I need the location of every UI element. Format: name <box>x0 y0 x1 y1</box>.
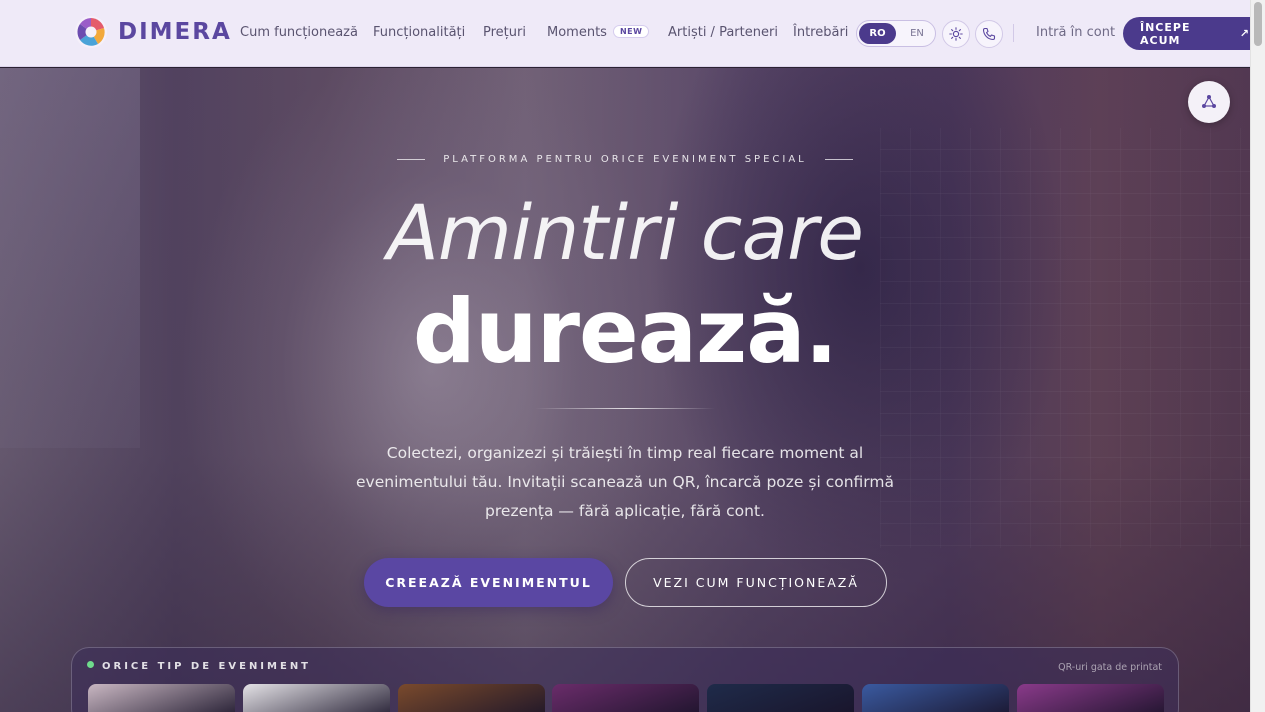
hero-title-light: Amintiri care <box>386 188 864 277</box>
phone-icon <box>982 27 996 41</box>
nav-link-moments-label: Moments <box>547 25 607 40</box>
event-types-label-text: ORICE TIP DE EVENIMENT <box>102 661 312 672</box>
phone-button[interactable] <box>975 20 1003 48</box>
live-dot-icon <box>87 661 94 668</box>
theme-toggle-button[interactable] <box>942 20 970 48</box>
event-thumb[interactable] <box>552 684 699 712</box>
event-thumb[interactable] <box>1017 684 1164 712</box>
nav-link-moments[interactable]: Moments NEW <box>547 25 650 40</box>
hero-title-divider <box>535 408 715 409</box>
event-thumb[interactable] <box>707 684 854 712</box>
see-how-it-works-button[interactable]: VEZI CUM FUNCȚIONEAZĂ <box>625 558 887 607</box>
top-navbar: DIMERA Cum funcționează Funcționalități … <box>0 0 1250 67</box>
nav-link-pricing[interactable]: Prețuri <box>483 25 526 40</box>
logo[interactable]: DIMERA <box>74 15 232 49</box>
start-now-button[interactable]: ÎNCEPE ACUM ↗ <box>1123 17 1250 50</box>
hero-subtitle: Colectezi, organizezi și trăiești în tim… <box>356 444 894 520</box>
eyebrow-line-left <box>397 159 426 160</box>
event-thumb[interactable] <box>862 684 1009 712</box>
scrollbar-thumb[interactable] <box>1254 2 1262 46</box>
hero-title-bold: durează. <box>412 280 838 383</box>
start-now-label: ÎNCEPE ACUM <box>1140 20 1191 47</box>
event-types-panel: ORICE TIP DE EVENIMENT QR-uri gata de pr… <box>71 647 1179 712</box>
login-link[interactable]: Intră în cont <box>1036 25 1115 40</box>
nav-link-features[interactable]: Funcționalități <box>373 25 465 40</box>
create-event-button[interactable]: CREEAZĂ EVENIMENTUL <box>364 558 613 607</box>
language-switcher: RO EN <box>856 20 936 47</box>
lang-en-option[interactable]: EN <box>903 23 931 44</box>
arrow-up-right-icon: ↗ <box>1239 27 1250 40</box>
event-thumb[interactable] <box>88 684 235 712</box>
event-types-label: ORICE TIP DE EVENIMENT <box>87 661 311 672</box>
nav-link-faq[interactable]: Întrebări <box>793 25 848 40</box>
nav-link-artists-partners[interactable]: Artiști / Parteneri <box>668 25 778 40</box>
nav-link-how-it-works[interactable]: Cum funcționează <box>240 25 358 40</box>
new-badge: NEW <box>612 25 650 38</box>
hero-eyebrow: PLATFORMA PENTRU ORICE EVENIMENT SPECIAL <box>0 149 1250 168</box>
event-types-hint: QR-uri gata de printat <box>1058 662 1162 673</box>
eyebrow-text: PLATFORMA PENTRU ORICE EVENIMENT SPECIAL <box>443 154 807 165</box>
eyebrow-line-right <box>824 159 853 160</box>
event-thumb[interactable] <box>243 684 390 712</box>
event-thumb[interactable] <box>398 684 545 712</box>
brand-name: DIMERA <box>118 19 232 45</box>
lang-ro-option[interactable]: RO <box>859 23 896 44</box>
logo-icon <box>75 16 107 48</box>
share-icon <box>1202 95 1216 108</box>
share-widget-button[interactable] <box>1188 81 1230 123</box>
sun-icon <box>949 27 963 41</box>
nav-divider <box>1013 24 1014 42</box>
page-scrollbar[interactable] <box>1250 0 1265 712</box>
